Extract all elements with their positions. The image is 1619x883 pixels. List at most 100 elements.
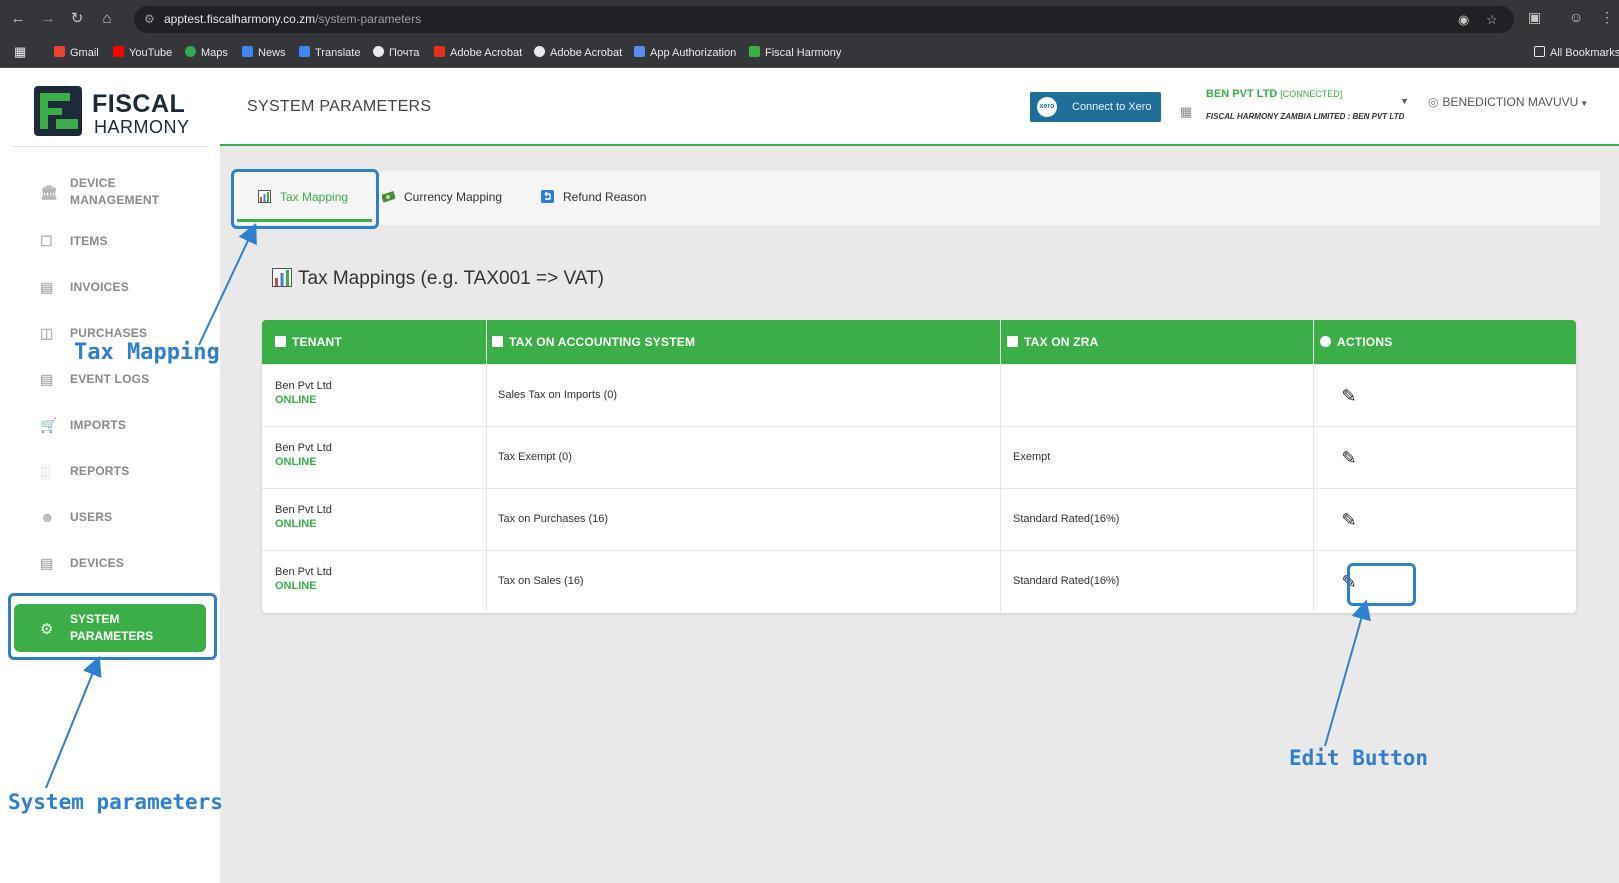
all-bookmarks[interactable]: All Bookmarks — [1534, 46, 1619, 59]
extensions-icon[interactable]: ▣ — [1528, 9, 1541, 26]
cart-icon: 🛒 — [40, 417, 58, 433]
status-badge: ONLINE — [275, 456, 317, 468]
sidebar-item-label: ITEMS — [70, 234, 108, 248]
edit-button[interactable]: ✎ — [1335, 506, 1363, 534]
user-icon: ☻ — [40, 509, 55, 525]
bookmark-pochta[interactable]: Почта — [373, 46, 420, 59]
profile-icon[interactable]: ☺ — [1569, 9, 1583, 25]
divider — [12, 146, 208, 147]
page-title: SYSTEM PARAMETERS — [247, 98, 432, 115]
address-bar[interactable]: ⚙ apptest.fiscalharmony.co.zm/system-par… — [134, 6, 1514, 33]
sidebar-item-label: DEVICES — [70, 556, 125, 570]
app-icon — [634, 46, 645, 57]
zra-tax: Standard Rated(16%) — [1013, 513, 1120, 525]
column-header-actions: ACTIONS — [1320, 335, 1392, 349]
chevron-down-icon: ▼ — [1580, 99, 1589, 108]
basket-icon: ◫ — [40, 325, 54, 341]
bookmark-youtube[interactable]: YouTube — [113, 46, 172, 59]
bookmark-gmail[interactable]: Gmail — [54, 46, 99, 59]
bookmark-adobe-2[interactable]: Adobe Acrobat — [534, 46, 622, 59]
invoice-icon: ▤ — [40, 279, 54, 295]
translate-icon — [299, 46, 310, 57]
edit-button[interactable]: ✎ — [1335, 382, 1363, 410]
device-icon: ▤ — [40, 555, 54, 571]
home-icon[interactable]: ⌂ — [97, 9, 117, 29]
apps-icon[interactable]: ▦ — [14, 44, 26, 60]
status-badge: ONLINE — [275, 518, 317, 530]
tab-currency-mapping[interactable]: Currency Mapping — [382, 190, 502, 204]
back-icon[interactable]: ← — [8, 9, 28, 29]
annotation-box-tax-mapping — [231, 169, 379, 229]
bookmark-maps[interactable]: Maps — [185, 46, 228, 59]
news-icon — [242, 46, 253, 57]
eye-off-icon[interactable]: ◉ — [1458, 12, 1469, 28]
tenant-name: Ben Pvt Ltd — [275, 442, 332, 454]
logo[interactable]: FISCAL HARMONY — [34, 84, 189, 140]
column-header-zra-tax: TAX ON ZRA — [1007, 335, 1098, 349]
annotation-box-system-parameters — [8, 593, 217, 660]
sidebar-item-device-management[interactable]: 🏛 DEVICE MANAGEMENT — [40, 175, 210, 209]
tab-refund-reason[interactable]: Refund Reason — [541, 190, 646, 204]
table-row: Ben Pvt Ltd ONLINE Sales Tax on Imports … — [262, 364, 1576, 426]
organization-icon: ▦ — [1180, 104, 1193, 119]
connection-status: [CONNECTED] — [1280, 89, 1343, 99]
section-title: Tax Mappings (e.g. TAX001 => VAT) — [272, 268, 604, 290]
acrobat-icon — [434, 46, 445, 57]
annotation-box-edit-button — [1347, 563, 1416, 606]
app-header: SYSTEM PARAMETERS xero Connect to Xero ▦… — [220, 68, 1619, 146]
bookmark-adobe-1[interactable]: Adobe Acrobat — [434, 46, 522, 59]
bookmark-translate[interactable]: Translate — [299, 46, 360, 59]
annotation-label-tax-mapping: Tax Mapping — [74, 340, 220, 365]
tenant-name: Ben Pvt Ltd — [275, 380, 332, 392]
table-row: Ben Pvt Ltd ONLINE Tax Exempt (0) Exempt… — [262, 426, 1576, 488]
bookmarks-bar: ▦ Gmail YouTube Maps News Translate Почт… — [0, 38, 1619, 68]
globe-icon — [373, 46, 384, 57]
sidebar-item-label: REPORTS — [70, 464, 130, 478]
org-selector[interactable]: BEN PVT LTD [CONNECTED] — [1206, 88, 1342, 100]
bar-chart-icon — [272, 268, 292, 287]
logo-text-fiscal: FISCAL — [92, 90, 186, 118]
tenant-name: Ben Pvt Ltd — [275, 566, 332, 578]
folder-icon — [1534, 46, 1545, 57]
site-info-icon[interactable]: ⚙ — [144, 12, 155, 26]
tabs-bar: Tax Mapping Currency Mapping Refund Reas… — [232, 171, 1600, 225]
bookmark-app-authorization[interactable]: App Authorization — [634, 46, 736, 59]
forward-icon[interactable]: → — [38, 9, 58, 29]
chevron-down-icon[interactable]: ▼ — [1400, 96, 1409, 106]
table-header: TENANT TAX ON ACCOUNTING SYSTEM TAX ON Z… — [262, 320, 1576, 364]
url-text[interactable]: apptest.fiscalharmony.co.zm/system-param… — [164, 12, 421, 26]
maps-icon — [185, 46, 196, 57]
accounting-tax: Tax on Purchases (16) — [498, 513, 609, 525]
chart-icon — [1007, 336, 1018, 347]
menu-icon[interactable]: ⋮ — [1600, 9, 1614, 26]
zra-tax: Exempt — [1013, 451, 1051, 463]
bookmark-news[interactable]: News — [242, 46, 286, 59]
status-badge: ONLINE — [275, 394, 317, 406]
tenant-name: Ben Pvt Ltd — [275, 504, 332, 516]
user-menu[interactable]: ◎ BENEDICTION MAVUVU ▼ — [1428, 95, 1588, 109]
sidebar-item-label: DEVICE MANAGEMENT — [70, 176, 160, 207]
connect-xero-button[interactable]: xero Connect to Xero — [1030, 92, 1161, 122]
edit-button[interactable]: ✎ — [1335, 444, 1363, 472]
gear-icon — [1320, 336, 1331, 347]
annotation-label-system-parameters: System parameters — [8, 790, 223, 814]
sidebar-item-label: EVENT LOGS — [70, 372, 150, 386]
annotation-label-edit-button: Edit Button — [1289, 746, 1429, 770]
accounting-tax: Tax on Sales (16) — [498, 575, 584, 587]
star-icon[interactable]: ☆ — [1486, 12, 1498, 28]
reload-icon[interactable]: ↻ — [67, 9, 87, 29]
sidebar-item-label: USERS — [70, 510, 113, 524]
log-icon: ▤ — [40, 371, 54, 387]
chart-icon — [492, 336, 503, 347]
column-header-tenant: TENANT — [275, 335, 342, 349]
fiscal-harmony-icon — [749, 46, 760, 57]
logo-text-harmony: HARMONY — [94, 117, 190, 137]
bank-icon: 🏛 — [40, 184, 58, 200]
logo-mark-icon — [34, 86, 82, 136]
column-header-accounting-tax: TAX ON ACCOUNTING SYSTEM — [492, 335, 695, 349]
connect-xero-label: Connect to Xero — [1072, 101, 1152, 113]
table-icon — [275, 336, 286, 347]
bookmark-fiscal-harmony[interactable]: Fiscal Harmony — [749, 46, 841, 59]
youtube-icon — [113, 46, 124, 57]
table-row: Ben Pvt Ltd ONLINE Tax on Purchases (16)… — [262, 488, 1576, 550]
